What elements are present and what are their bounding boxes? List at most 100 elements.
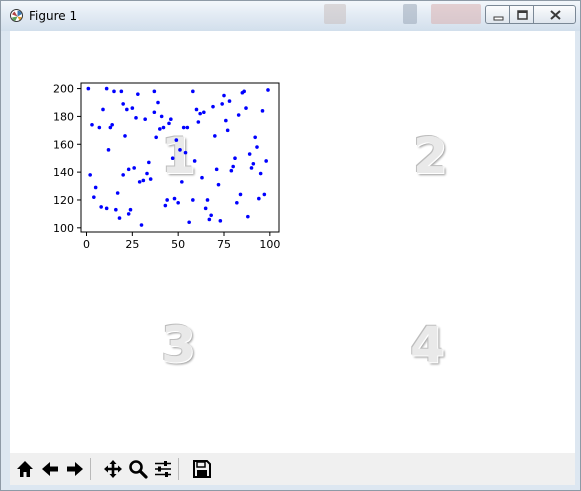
- scatter-point: [147, 160, 151, 165]
- y-tick-label: 200: [53, 83, 74, 96]
- scatter-point: [224, 118, 228, 123]
- x-tick-label: 25: [125, 238, 139, 251]
- scatter-point: [121, 173, 125, 177]
- minimize-icon: [493, 16, 504, 21]
- scatter-point: [148, 177, 153, 181]
- scatter-point: [222, 93, 226, 98]
- scatter-point: [227, 99, 232, 103]
- scatter-point: [218, 219, 223, 223]
- scatter-point: [152, 110, 157, 115]
- scatter-point: [255, 145, 259, 149]
- scatter-point: [145, 171, 149, 176]
- scatter-chart[interactable]: 0 25 50 75 100 100 120 140 160 180 200: [10, 31, 575, 453]
- x-tick-label: 100: [259, 238, 280, 251]
- scatter-point: [154, 135, 158, 140]
- scatter-point: [266, 88, 270, 92]
- scatter-point: [178, 148, 182, 152]
- matplotlib-logo-icon: [10, 9, 23, 22]
- scatter-point: [260, 109, 265, 113]
- scatter-point: [205, 198, 210, 202]
- scatter-point: [134, 116, 138, 120]
- forward-button[interactable]: [63, 456, 87, 482]
- scatter-point: [231, 164, 235, 169]
- scatter-point: [119, 89, 124, 94]
- configure-subplots-button[interactable]: [151, 456, 175, 482]
- scatter-point: [196, 120, 201, 124]
- save-button[interactable]: [190, 456, 214, 482]
- window-title: Figure 1: [29, 9, 78, 23]
- scatter-point: [163, 203, 168, 208]
- scatter-point: [86, 86, 91, 91]
- scatter-point: [104, 206, 109, 211]
- axes-frame: [80, 82, 280, 233]
- scatter-point: [207, 217, 212, 222]
- x-tick-label: 0: [83, 238, 90, 251]
- scatter-point: [123, 134, 127, 138]
- scatter-point: [211, 104, 215, 109]
- scatter-point: [170, 156, 175, 160]
- scatter-point: [247, 152, 252, 156]
- sliders-icon: [155, 461, 171, 477]
- scatter-point: [216, 182, 221, 187]
- scatter-point: [235, 200, 239, 205]
- y-tick-label: 100: [53, 222, 74, 235]
- scatter-point: [180, 180, 184, 184]
- home-button[interactable]: [13, 456, 37, 482]
- scatter-point: [220, 102, 224, 106]
- scatter-point: [158, 127, 162, 131]
- scatter-point: [258, 171, 263, 176]
- scatter-point: [174, 138, 179, 142]
- scatter-point: [198, 111, 202, 116]
- scatter-point: [115, 191, 120, 195]
- scatter-point: [169, 117, 173, 122]
- figure-canvas[interactable]: 1 2 3 4 0 25 50 75 100 100 120 140 160 180 200: [10, 31, 575, 453]
- close-button[interactable]: [533, 5, 576, 24]
- scatter-point: [141, 178, 146, 183]
- background-window-ghost: [403, 4, 417, 24]
- scatter-point: [125, 107, 129, 112]
- zoom-button[interactable]: [126, 456, 150, 482]
- scatter-point: [191, 89, 195, 94]
- scatter-point: [139, 223, 144, 227]
- scatter-point: [185, 125, 190, 130]
- arrow-right-icon: [67, 462, 83, 476]
- x-tick-label: 50: [171, 238, 185, 251]
- scatter-point: [88, 173, 92, 177]
- scatter-point: [192, 159, 197, 163]
- floppy-disk-icon: [193, 460, 211, 478]
- maximize-button[interactable]: [509, 5, 534, 24]
- scatter-point: [262, 192, 267, 197]
- scatter-point: [126, 212, 131, 216]
- minimize-button[interactable]: [485, 5, 510, 24]
- scatter-point: [114, 207, 118, 212]
- scatter-point: [159, 114, 164, 119]
- scatter-point: [249, 166, 254, 170]
- y-tick-label: 160: [53, 138, 74, 151]
- scatter-point: [191, 198, 195, 202]
- scatter-point: [137, 180, 142, 184]
- scatter-point: [183, 150, 188, 155]
- scatter-point: [225, 128, 230, 133]
- close-icon: [550, 10, 561, 20]
- back-button[interactable]: [38, 456, 62, 482]
- navigation-toolbar: [10, 453, 575, 485]
- scatter-point: [161, 125, 166, 130]
- home-icon: [17, 461, 33, 477]
- scatter-point: [244, 106, 248, 110]
- scatter-point: [92, 195, 96, 199]
- scatter-point: [104, 86, 109, 91]
- scatter-point: [242, 89, 246, 94]
- scatter-point: [246, 214, 250, 219]
- move-icon: [104, 460, 122, 478]
- scatter-point: [93, 185, 98, 190]
- scatter-point: [167, 121, 171, 126]
- arrow-left-icon: [42, 462, 58, 476]
- title-bar[interactable]: Figure 1: [1, 1, 580, 31]
- toolbar-separator: [178, 458, 179, 480]
- scatter-point: [132, 166, 136, 170]
- pan-button[interactable]: [101, 456, 125, 482]
- magnifier-icon: [129, 460, 148, 479]
- scatter-point: [251, 161, 256, 166]
- scatter-point: [236, 113, 241, 117]
- scatter-point: [214, 167, 219, 172]
